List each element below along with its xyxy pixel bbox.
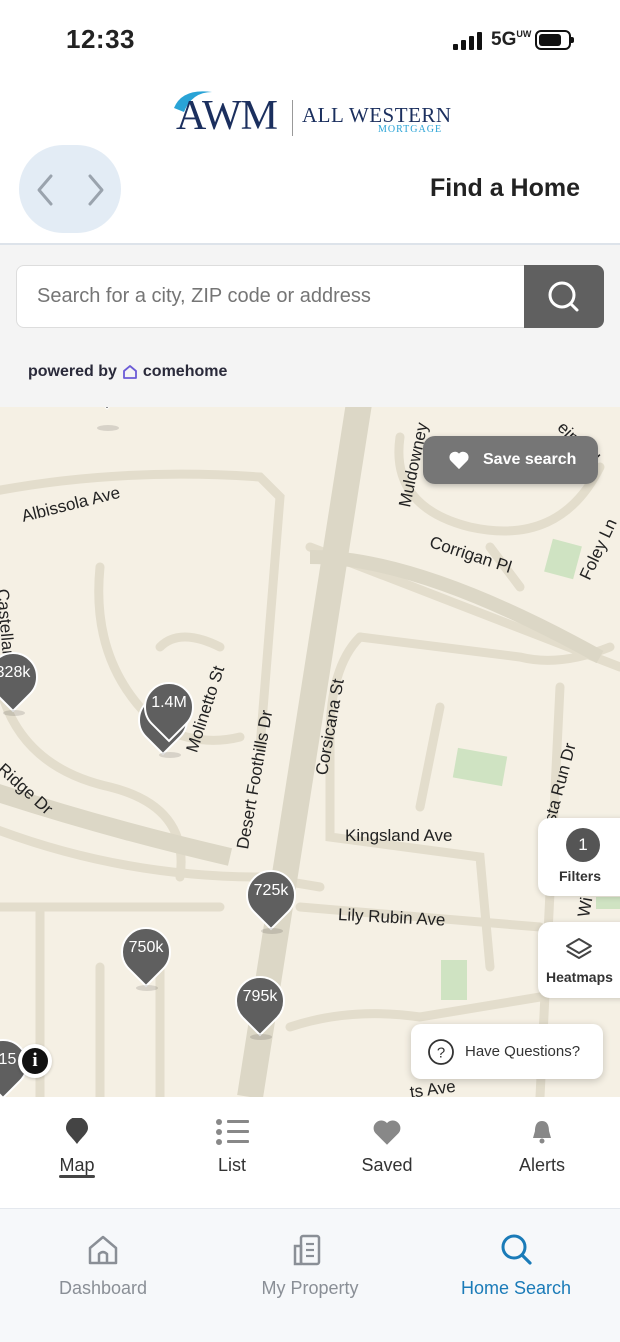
price-pin[interactable]: 328k [0,641,49,716]
building-icon [293,1234,321,1266]
comehome-logo-icon [123,365,137,379]
back-arrow-icon[interactable] [33,170,59,210]
tab-list[interactable]: List [182,1097,282,1176]
have-questions-button[interactable]: ? Have Questions? [411,1024,603,1079]
network-indicator: 5GUW [491,29,532,50]
listing-pin[interactable] [82,407,132,431]
battery-icon [535,30,574,50]
filters-label: Filters [559,868,602,884]
logo-mark: AWM [176,93,278,139]
home-icon [88,1235,118,1265]
tab-alerts[interactable]: Alerts [492,1097,592,1176]
price-pin[interactable]: 750k [110,916,182,991]
map-pin-icon [66,1118,88,1144]
nav-my-property[interactable]: My Property [230,1226,390,1299]
info-button[interactable]: i [18,1044,52,1078]
street-label: Kingsland Ave [345,826,453,845]
bell-icon [533,1121,551,1144]
price-pin[interactable]: 795k [224,965,296,1040]
search-input[interactable] [16,265,526,328]
layers-icon [566,938,592,959]
svg-text:?: ? [437,1044,445,1061]
price-pin[interactable]: 1.4M [133,671,205,758]
save-search-button[interactable]: Save search [423,436,598,484]
page-title: Find a Home [429,174,580,202]
nav-home-search[interactable]: Home Search [436,1226,596,1299]
forward-arrow-icon[interactable] [82,170,108,210]
logo-subtitle: MORTGAGE [378,124,443,135]
help-icon: ? [428,1038,454,1065]
street-label: Wi [574,895,597,919]
heart-icon [449,451,469,470]
search-icon [548,281,579,312]
heart-icon [373,1120,401,1145]
info-icon: i [22,1048,48,1074]
heatmaps-button[interactable]: Heatmaps [538,922,620,998]
heatmaps-label: Heatmaps [546,969,613,985]
list-icon [216,1119,249,1145]
search-button[interactable] [524,265,604,328]
logo-divider [292,100,293,136]
tab-saved[interactable]: Saved [337,1097,437,1176]
price-pin[interactable]: 725k [235,859,307,934]
active-tab-indicator [59,1175,95,1178]
map-roads [0,407,620,1097]
tab-map[interactable]: Map [27,1097,127,1176]
search-icon [501,1234,532,1265]
powered-by: powered by comehome [28,363,228,380]
cell-signal-icon [453,32,485,50]
filter-count-badge: 1 [566,828,600,862]
filters-button[interactable]: 1 Filters [538,818,620,896]
status-time: 12:33 [66,24,135,54]
nav-dashboard[interactable]: Dashboard [23,1226,183,1299]
map-view[interactable]: Albissola Ave Muldowney Corrigan Pl Fole… [0,407,620,1097]
